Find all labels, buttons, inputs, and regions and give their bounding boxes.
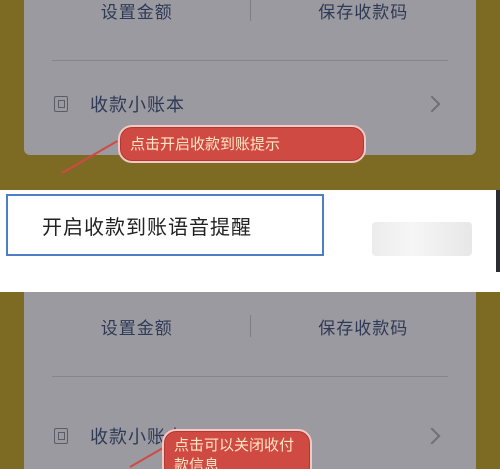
bottom-screenshot: 设置金额 保存收款码 收款小账本 点击可以关闭收付款信息 [0, 292, 500, 469]
annotation-text: 点击开启收款到账提示 [130, 135, 281, 153]
edge-strip [496, 190, 500, 272]
top-screenshot: 设置金额 保存收款码 收款小账本 开启收款到账语音提醒 点击开启收款到账提示 [0, 0, 500, 272]
save-code-button[interactable]: 保存收款码 [251, 314, 477, 339]
card-divider [52, 376, 448, 377]
voice-reminder-option[interactable]: 开启收款到账语音提醒 [6, 194, 324, 256]
save-code-button[interactable]: 保存收款码 [251, 0, 477, 23]
blurred-toggle[interactable] [372, 222, 472, 256]
separator [0, 272, 500, 292]
annotation-text: 点击可以关闭收付款信息 [174, 436, 295, 469]
annotation-callout: 点击可以关闭收付款信息 [162, 429, 312, 469]
voice-reminder-label: 开启收款到账语音提醒 [42, 214, 252, 239]
chevron-right-icon [423, 95, 441, 113]
ledger-icon [54, 428, 68, 444]
ledger-icon [54, 96, 68, 112]
ledger-row[interactable]: 收款小账本 [54, 86, 448, 122]
card-divider [52, 60, 448, 61]
payment-actions: 设置金额 保存收款码 [24, 0, 476, 30]
annotation-callout: 点击开启收款到账提示 [118, 125, 366, 163]
set-amount-button[interactable]: 设置金额 [24, 0, 250, 23]
ledger-label: 收款小账本 [90, 95, 185, 116]
payment-actions: 设置金额 保存收款码 [24, 306, 476, 346]
set-amount-button[interactable]: 设置金额 [24, 314, 250, 339]
chevron-right-icon [423, 427, 441, 445]
